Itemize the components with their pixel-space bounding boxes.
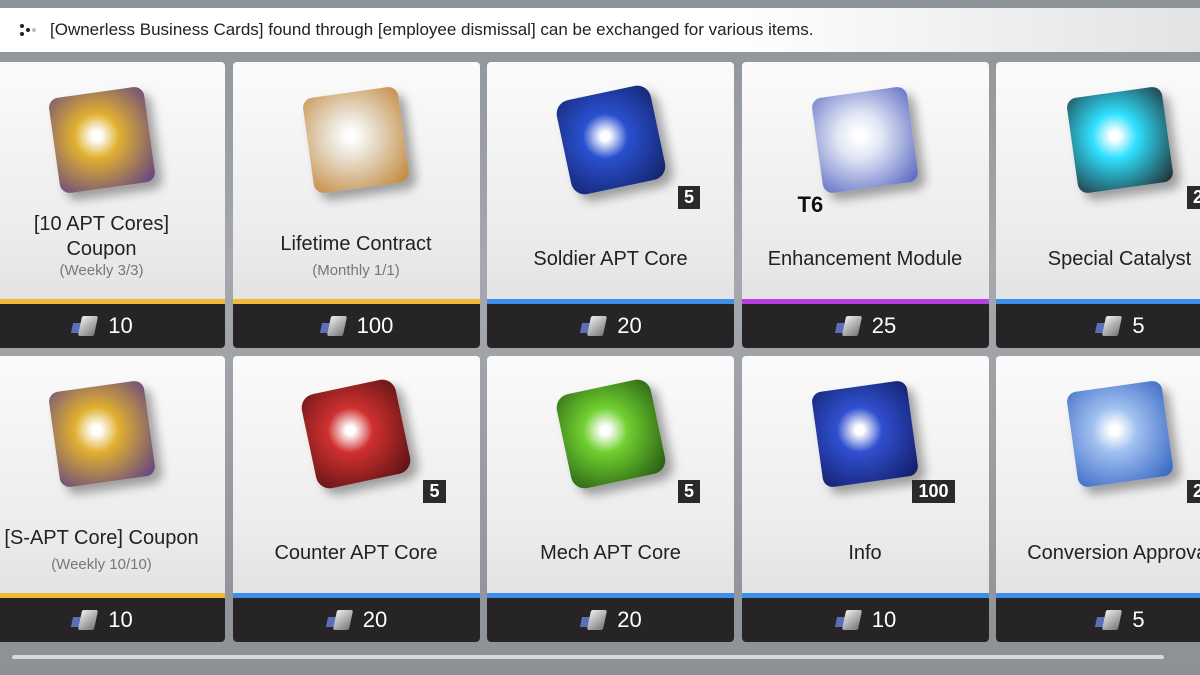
price-button[interactable]: 5	[996, 304, 1200, 348]
gold-coupon-icon	[47, 85, 156, 195]
item-name: Lifetime Contract	[280, 233, 432, 255]
shop-item-card[interactable]: 100 Info 10	[741, 356, 989, 642]
business-card-currency-icon	[579, 315, 611, 337]
quantity-badge: 2	[1186, 480, 1200, 503]
price-button[interactable]: 100	[232, 304, 480, 348]
price-button[interactable]: 10	[0, 304, 225, 348]
price-button[interactable]: 20	[487, 304, 734, 348]
quantity-badge: 5	[677, 186, 700, 209]
tier-label: T6	[797, 192, 824, 217]
item-name: [S-APT Core] Coupon	[4, 527, 199, 549]
price-value: 20	[362, 607, 388, 632]
business-card-currency-icon	[834, 609, 866, 631]
price-value: 25	[871, 313, 897, 338]
price-value: 10	[871, 607, 897, 632]
shop-item-card[interactable]: 5 Counter APT Core 20	[232, 356, 480, 642]
quantity-badge: 100	[912, 480, 955, 503]
item-name: Info	[848, 542, 882, 564]
item-name: Enhancement Module	[767, 248, 963, 270]
green-cube-icon	[553, 377, 668, 491]
business-card-currency-icon	[319, 315, 351, 337]
module-icon	[810, 85, 920, 195]
price-value: 20	[617, 607, 642, 632]
info-banner: [Ownerless Business Cards] found through…	[0, 8, 1200, 52]
business-card-currency-icon	[1094, 315, 1126, 337]
item-name: Special Catalyst	[1047, 248, 1192, 270]
shop-item-card[interactable]: [10 APT Cores] Coupon (Weekly 3/3) 10	[0, 62, 225, 348]
price-button[interactable]: 10	[0, 598, 225, 642]
item-name: Mech APT Core	[540, 542, 681, 564]
item-name: Soldier APT Core	[533, 248, 688, 270]
red-cube-icon	[299, 377, 413, 491]
contract-stamp-icon	[301, 85, 411, 195]
item-name: Conversion Approval	[1027, 542, 1200, 564]
catalyst-icon	[1065, 85, 1174, 195]
info-book-icon	[810, 379, 920, 489]
banner-text: [Ownerless Business Cards] found through…	[50, 20, 814, 39]
shop-item-card[interactable]: T6 Enhancement Module 25	[741, 62, 989, 348]
quantity-badge: 5	[677, 480, 700, 503]
purchase-limit: (Weekly 3/3)	[59, 262, 144, 279]
business-card-currency-icon	[579, 609, 611, 631]
shop-item-card[interactable]: 2 Special Catalyst 5	[996, 62, 1200, 348]
price-button[interactable]: 10	[741, 598, 989, 642]
business-card-currency-icon	[834, 315, 866, 337]
price-value: 20	[617, 313, 642, 338]
price-button[interactable]: 25	[741, 304, 989, 348]
price-button[interactable]: 5	[996, 598, 1200, 642]
shop-item-card[interactable]: 5 Mech APT Core 20	[487, 356, 734, 642]
price-value: 5	[1132, 607, 1145, 632]
item-name: [10 APT Cores] Coupon	[33, 213, 170, 260]
purchase-limit: (Monthly 1/1)	[312, 262, 400, 279]
price-button[interactable]: 20	[232, 598, 480, 642]
price-button[interactable]: 20	[487, 598, 734, 642]
business-card-currency-icon	[1094, 609, 1126, 631]
shop-item-card[interactable]: 2 Conversion Approval 5	[996, 356, 1200, 642]
business-card-currency-icon	[325, 609, 357, 631]
price-value: 5	[1132, 313, 1145, 338]
business-card-currency-icon	[70, 609, 102, 631]
price-value: 100	[356, 313, 394, 338]
quantity-badge: 2	[1186, 186, 1200, 209]
shop-item-card[interactable]: Lifetime Contract (Monthly 1/1) 100	[232, 62, 480, 348]
price-value: 10	[108, 313, 133, 338]
shop-item-card[interactable]: [S-APT Core] Coupon (Weekly 10/10) 10	[0, 356, 225, 642]
dots-icon	[20, 22, 42, 38]
gold-coupon-icon	[47, 379, 156, 489]
purchase-limit: (Weekly 10/10)	[51, 556, 152, 573]
horizontal-scrollbar[interactable]	[12, 655, 1164, 659]
price-value: 10	[108, 607, 133, 632]
item-name: Counter APT Core	[274, 542, 438, 564]
blue-cube-icon	[553, 83, 668, 197]
approval-ticket-icon	[1065, 379, 1174, 489]
shop-item-card[interactable]: 5 Soldier APT Core 20	[487, 62, 734, 348]
quantity-badge: 5	[423, 480, 446, 503]
business-card-currency-icon	[70, 315, 102, 337]
